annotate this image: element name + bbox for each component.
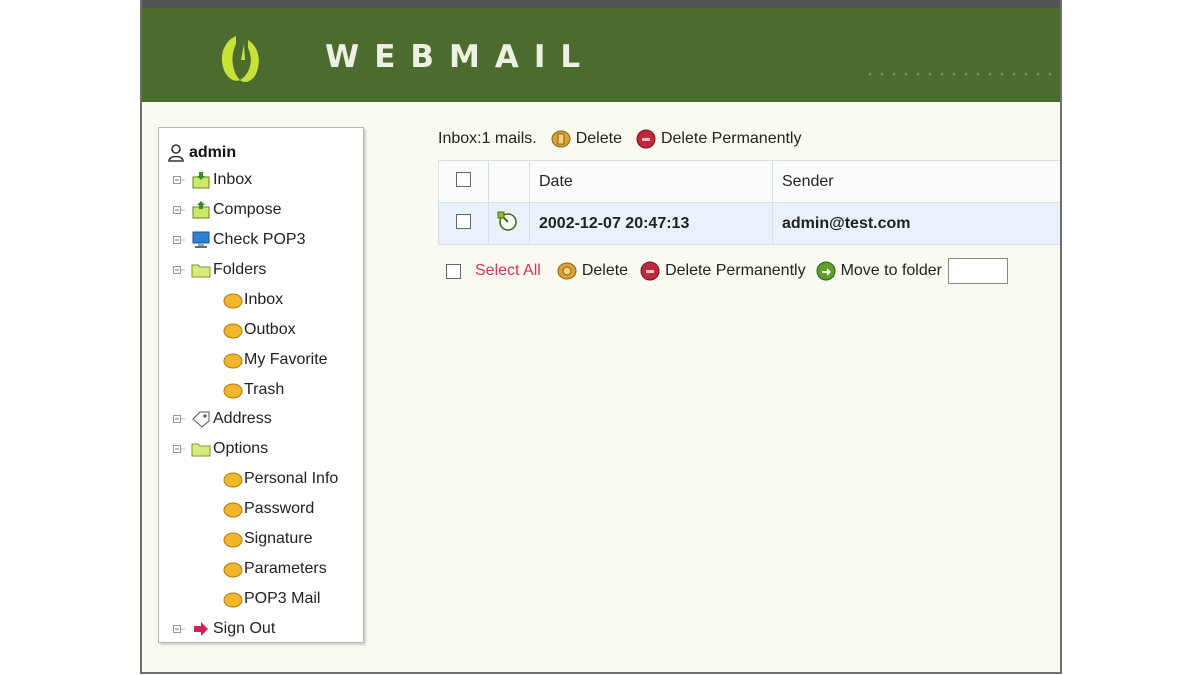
- header-dots-decoration: [868, 72, 1052, 76]
- folder-item-icon: [223, 353, 243, 369]
- option-item-icon: [223, 592, 243, 608]
- sidebar-item-folders[interactable]: Folders: [173, 259, 266, 281]
- folder-icon: [191, 443, 211, 457]
- mail-status-icon: [497, 211, 517, 231]
- sidebar-item-inbox[interactable]: Inbox: [173, 169, 252, 191]
- table-header-row: Date Sender: [438, 160, 1060, 203]
- tree-expander-icon: [173, 415, 185, 423]
- move-folder-select[interactable]: [947, 258, 1008, 284]
- delete-permanently-icon: [640, 261, 660, 281]
- delete-permanently-button[interactable]: Delete Permanently: [636, 129, 801, 149]
- sidebar-item-parameters[interactable]: Parameters: [223, 558, 327, 580]
- column-header-sender[interactable]: Sender: [772, 160, 1060, 203]
- mail-table: Date Sender 2002-12-07 20:47:13 admin@te…: [438, 160, 1060, 245]
- row-date: 2002-12-07 20:47:13: [529, 202, 773, 245]
- table-row[interactable]: 2002-12-07 20:47:13 admin@test.com: [438, 202, 1060, 245]
- tree-collapse-icon: [173, 266, 185, 274]
- delete-permanently-button-bottom[interactable]: Delete Permanently: [640, 261, 806, 281]
- delete-button[interactable]: Delete: [551, 129, 622, 149]
- delete-icon: [551, 130, 571, 148]
- top-strip: [142, 0, 1060, 8]
- sidebar-item-check-pop3[interactable]: Check POP3: [173, 229, 305, 251]
- webmail-window: WEBMAIL admin Inbox Compose Check POP3 F…: [140, 0, 1062, 674]
- option-item-icon: [223, 532, 243, 548]
- tree-root-user[interactable]: admin: [167, 142, 236, 164]
- select-all-checkbox[interactable]: [446, 263, 461, 279]
- tree-expander-icon: [173, 625, 185, 633]
- compose-icon: [192, 201, 210, 219]
- folder-item-icon: [223, 323, 243, 339]
- delete-button-bottom[interactable]: Delete: [557, 261, 628, 281]
- folder-item-icon: [223, 383, 243, 399]
- header-icon-cell: [488, 160, 530, 203]
- tree-expander-icon: [173, 236, 185, 244]
- mail-list-panel: Inbox:1 mails. Delete Delete Permanently…: [438, 128, 1060, 284]
- sidebar-item-options[interactable]: Options: [173, 438, 268, 460]
- delete-icon: [557, 262, 577, 280]
- sign-out-arrow-icon: [194, 622, 208, 636]
- header-banner: WEBMAIL: [142, 8, 1060, 102]
- option-item-icon: [223, 502, 243, 518]
- tree-expander-icon: [173, 176, 185, 184]
- sidebar-item-signature[interactable]: Signature: [223, 528, 313, 550]
- address-icon: [192, 411, 210, 428]
- sidebar-item-address[interactable]: Address: [173, 408, 272, 430]
- row-icon-cell: [488, 202, 530, 245]
- user-icon: [168, 144, 184, 162]
- sidebar-item-compose[interactable]: Compose: [173, 199, 281, 221]
- webmail-logo-icon: [221, 36, 259, 82]
- column-header-date[interactable]: Date: [529, 160, 773, 203]
- sidebar-item-sign-out[interactable]: Sign Out: [173, 618, 275, 640]
- row-select-checkbox[interactable]: [456, 213, 471, 229]
- row-sender: admin@test.com: [772, 202, 1060, 245]
- option-item-icon: [223, 562, 243, 578]
- header-select-cell: [438, 160, 489, 203]
- delete-permanently-icon: [636, 129, 656, 149]
- option-item-icon: [223, 472, 243, 488]
- move-to-folder-control[interactable]: Move to folder: [816, 261, 942, 281]
- header-select-checkbox[interactable]: [456, 171, 471, 187]
- brand-title: WEBMAIL: [325, 39, 596, 75]
- sidebar-item-personal-info[interactable]: Personal Info: [223, 468, 338, 490]
- monitor-icon: [192, 231, 210, 248]
- inbox-icon: [192, 172, 210, 189]
- select-all-link[interactable]: Select All: [475, 262, 541, 280]
- sidebar-item-password[interactable]: Password: [223, 498, 314, 520]
- move-folder-icon: [816, 261, 836, 281]
- sidebar-item-folder-inbox[interactable]: Inbox: [223, 289, 283, 311]
- tree-collapse-icon: [173, 445, 185, 453]
- row-select-cell: [438, 202, 489, 245]
- sidebar-item-folder-my-favorite[interactable]: My Favorite: [223, 349, 328, 371]
- folder-item-icon: [223, 293, 243, 309]
- folder-tree: admin Inbox Compose Check POP3 Folders I…: [158, 127, 364, 643]
- folder-icon: [191, 264, 211, 278]
- sidebar-item-pop3-mail[interactable]: POP3 Mail: [223, 588, 320, 610]
- sidebar-item-folder-outbox[interactable]: Outbox: [223, 319, 296, 341]
- user-name: admin: [189, 144, 237, 161]
- inbox-summary: Inbox:1 mails.: [438, 130, 537, 147]
- bottom-toolbar: Select All Delete Delete Permanently Mov…: [446, 258, 1008, 284]
- tree-expander-icon: [173, 206, 185, 214]
- top-toolbar: Inbox:1 mails. Delete Delete Permanently: [438, 128, 1060, 150]
- sidebar-item-folder-trash[interactable]: Trash: [223, 379, 284, 401]
